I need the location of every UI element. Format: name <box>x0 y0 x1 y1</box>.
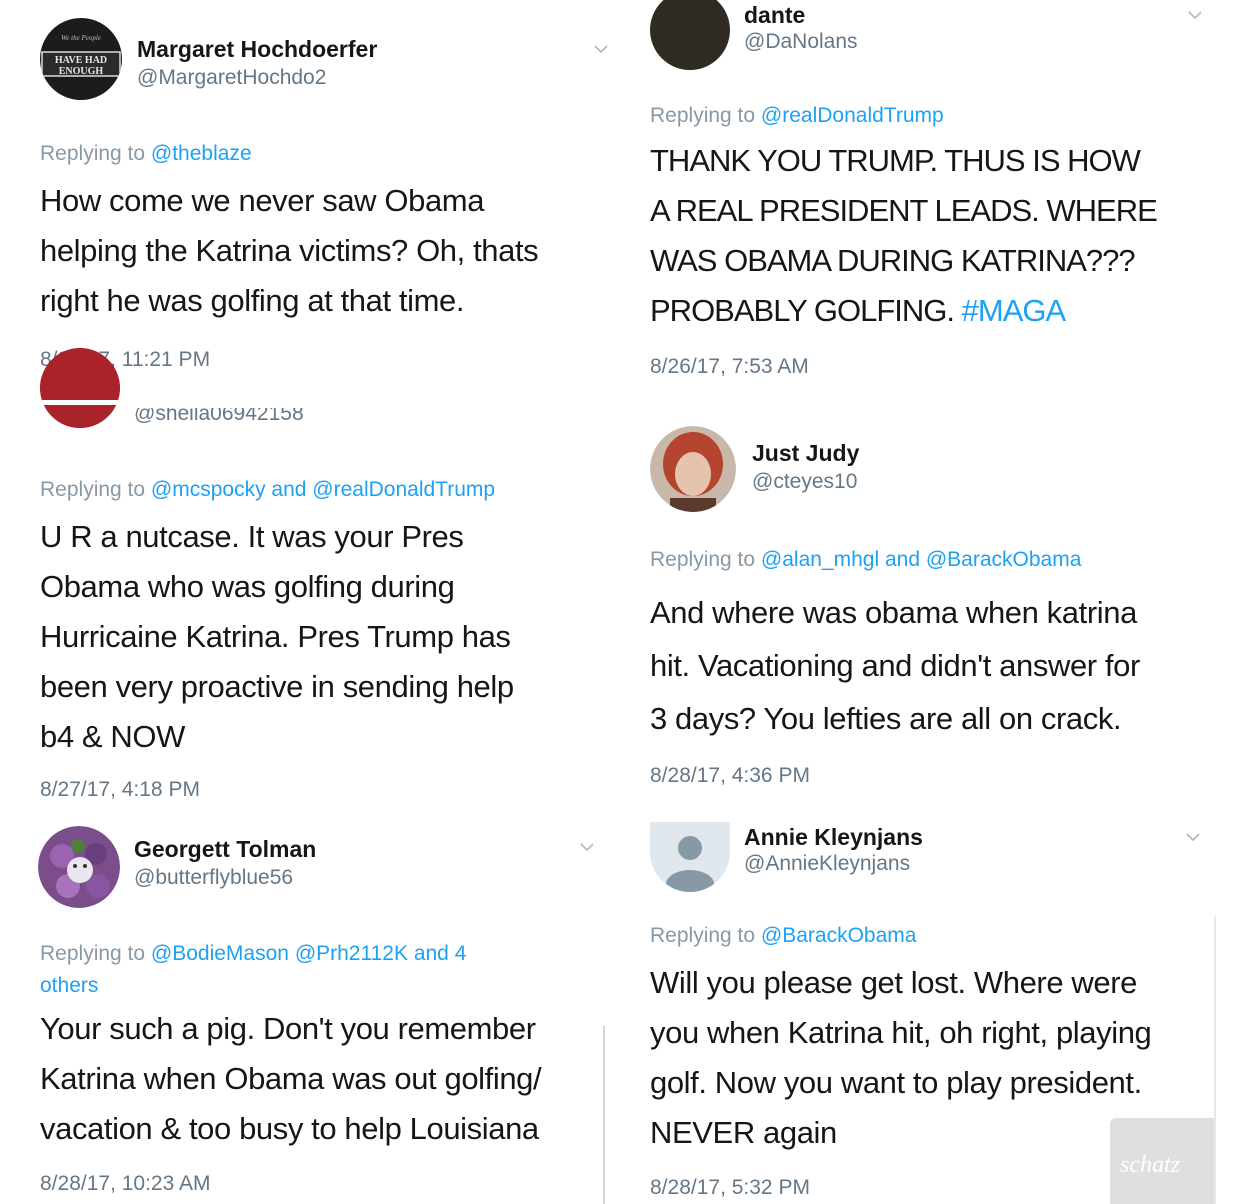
tweet-text-line: been very proactive in sending help <box>40 669 514 704</box>
display-name[interactable]: Margaret Hochdoerfer <box>137 36 377 63</box>
university-logo-icon <box>40 348 120 428</box>
avatar[interactable] <box>38 826 120 908</box>
user-handle[interactable]: @DaNolans <box>744 30 858 54</box>
avatar[interactable] <box>650 822 730 892</box>
display-name[interactable]: Georgett Tolman <box>134 836 316 863</box>
have-had-enough-logo-icon: HAVE HAD ENOUGH We the People <box>41 19 121 99</box>
tweet-text-line: Will you please get lost. Where were <box>650 965 1137 1000</box>
replying-to-label: Replying to <box>40 942 151 965</box>
timestamp[interactable]: 8/27/17, 4:18 PM <box>40 778 200 802</box>
tweet-dante: dante @DaNolans Replying to @realDonaldT… <box>622 0 1242 400</box>
user-handle[interactable]: @MargaretHochdo2 <box>137 66 326 90</box>
replying-to: Replying to @mcspocky and @realDonaldTru… <box>40 478 495 502</box>
replying-to: Replying to @BarackObama <box>650 924 916 948</box>
tweet-text-line: Katrina when Obama was out golfing/ <box>40 1061 542 1096</box>
divider <box>1214 916 1216 1204</box>
mention-link[interactable]: @Prh2112K <box>295 942 408 965</box>
replying-to: Replying to @theblaze <box>40 142 252 166</box>
timestamp[interactable]: 8/28/17, 4:36 PM <box>650 764 810 788</box>
tweet-text: Your such a pig. Don't you remember Katr… <box>40 1004 620 1154</box>
replying-to-label: Replying to <box>40 478 151 501</box>
tweet-just-judy: Just Judy @cteyes10 Replying to @alan_mh… <box>622 400 1242 820</box>
chevron-down-icon[interactable] <box>594 42 608 56</box>
user-handle[interactable]: @cteyes10 <box>752 470 857 494</box>
mention-link[interactable]: @theblaze <box>151 142 252 165</box>
tweet-text-line: vacation & too busy to help Louisiana <box>40 1111 539 1146</box>
divider <box>603 1026 605 1204</box>
timestamp[interactable]: 8/28/17, 5:32 PM <box>650 1176 810 1200</box>
tweet-text-line: PROBABLY GOLFING. #MAGA <box>650 286 1240 336</box>
avatar[interactable]: HAVE HAD ENOUGH We the People <box>40 18 122 100</box>
user-handle[interactable]: @AnnieKleynjans <box>744 852 910 876</box>
tweet-text: And where was obama when katrina hit. Va… <box>650 586 1242 745</box>
tweet-text-segment: PROBABLY GOLFING. <box>650 293 962 328</box>
tweet-text-line: Your such a pig. Don't you remember <box>40 1011 536 1046</box>
avatar[interactable] <box>650 426 736 512</box>
svg-text:ENOUGH: ENOUGH <box>59 66 104 77</box>
chevron-down-icon[interactable] <box>580 840 594 854</box>
watermark-logo: schatz <box>1110 1118 1214 1204</box>
tweet-text-line: Obama who was golfing during <box>40 569 455 604</box>
tweet-text-line: Hurricaine Katrina. Pres Trump has <box>40 619 511 654</box>
tweet-text: THANK YOU TRUMP. THUS IS HOW A REAL PRES… <box>650 136 1240 336</box>
tweet-georgett: Georgett Tolman @butterflyblue56 Replyin… <box>0 820 620 1204</box>
user-handle[interactable]: @butterflyblue56 <box>134 866 293 890</box>
mention-link[interactable]: @BarackObama <box>761 924 917 947</box>
mention-link[interactable]: @realDonaldTrump <box>312 478 495 501</box>
tweet-sheila: @sheila06942158 Replying to @mcspocky an… <box>0 348 620 820</box>
flowers-photo-icon <box>38 826 120 908</box>
tweet-text-line: WAS OBAMA DURING KATRINA??? <box>650 243 1136 278</box>
mention-link[interactable]: @alan_mhgl <box>761 548 879 571</box>
tweet-text-line: How come we never saw Obama <box>40 183 485 218</box>
display-name[interactable]: Just Judy <box>752 440 859 467</box>
tweet-text-line: right he was golfing at that time. <box>40 283 465 318</box>
avatar[interactable] <box>40 348 120 428</box>
user-handle[interactable]: @sheila06942158 <box>134 408 304 426</box>
chevron-down-icon[interactable] <box>1188 8 1202 22</box>
svg-text:We the People: We the People <box>61 34 101 42</box>
others-link[interactable]: others <box>40 974 98 997</box>
timestamp[interactable]: 8/28/17, 10:23 AM <box>40 1172 210 1196</box>
tweet-margaret: HAVE HAD ENOUGH We the People Margaret H… <box>0 0 620 400</box>
tweet-text-line: A REAL PRESIDENT LEADS. WHERE <box>650 193 1158 228</box>
tweet-text-line: golf. Now you want to play president. <box>650 1065 1142 1100</box>
profile-photo-icon <box>650 426 736 512</box>
tweet-text-line: THANK YOU TRUMP. THUS IS HOW <box>650 143 1141 178</box>
display-name[interactable]: dante <box>744 2 805 29</box>
tweet-text-line: And where was obama when katrina <box>650 595 1137 630</box>
hashtag-link[interactable]: #MAGA <box>962 293 1067 328</box>
watermark-text: schatz <box>1120 1152 1180 1178</box>
replying-to-label: Replying to <box>650 104 761 127</box>
svg-text:HAVE HAD: HAVE HAD <box>55 55 107 66</box>
avatar[interactable] <box>650 0 730 70</box>
reply-joiner: and 4 <box>407 942 467 965</box>
tweet-text-line: 3 days? You lefties are all on crack. <box>650 701 1122 736</box>
tweet-text-line: helping the Katrina victims? Oh, thats <box>40 233 539 268</box>
tweet-text-line: you when Katrina hit, oh right, playing <box>650 1015 1152 1050</box>
tweet-text-line: b4 & NOW <box>40 719 185 754</box>
chevron-down-icon[interactable] <box>1186 830 1200 844</box>
replying-to: Replying to @alan_mhgl and @BarackObama <box>650 548 1081 572</box>
tweet-text-line: hit. Vacationing and didn't answer for <box>650 648 1140 683</box>
replying-to-label: Replying to <box>40 142 151 165</box>
reply-joiner: and <box>879 548 926 571</box>
replying-to: Replying to @BodieMason @Prh2112K and 4 o… <box>40 938 560 1002</box>
timestamp[interactable]: 8/26/17, 7:53 AM <box>650 355 809 379</box>
replying-to-label: Replying to <box>650 548 761 571</box>
display-name[interactable]: Annie Kleynjans <box>744 824 923 851</box>
tweet-text: U R a nutcase. It was your Pres Obama wh… <box>40 512 610 762</box>
mention-link[interactable]: @BarackObama <box>926 548 1082 571</box>
default-avatar-icon <box>666 836 714 892</box>
tweet-text-line: U R a nutcase. It was your Pres <box>40 519 464 554</box>
mention-link[interactable]: @BodieMason <box>151 942 289 965</box>
replying-to: Replying to @realDonaldTrump <box>650 104 944 128</box>
mention-link[interactable]: @realDonaldTrump <box>761 104 944 127</box>
reply-joiner: and <box>265 478 313 501</box>
tweet-text: How come we never saw Obama helping the … <box>40 176 610 326</box>
replying-to-label: Replying to <box>650 924 761 947</box>
mention-link[interactable]: @mcspocky <box>151 478 266 501</box>
